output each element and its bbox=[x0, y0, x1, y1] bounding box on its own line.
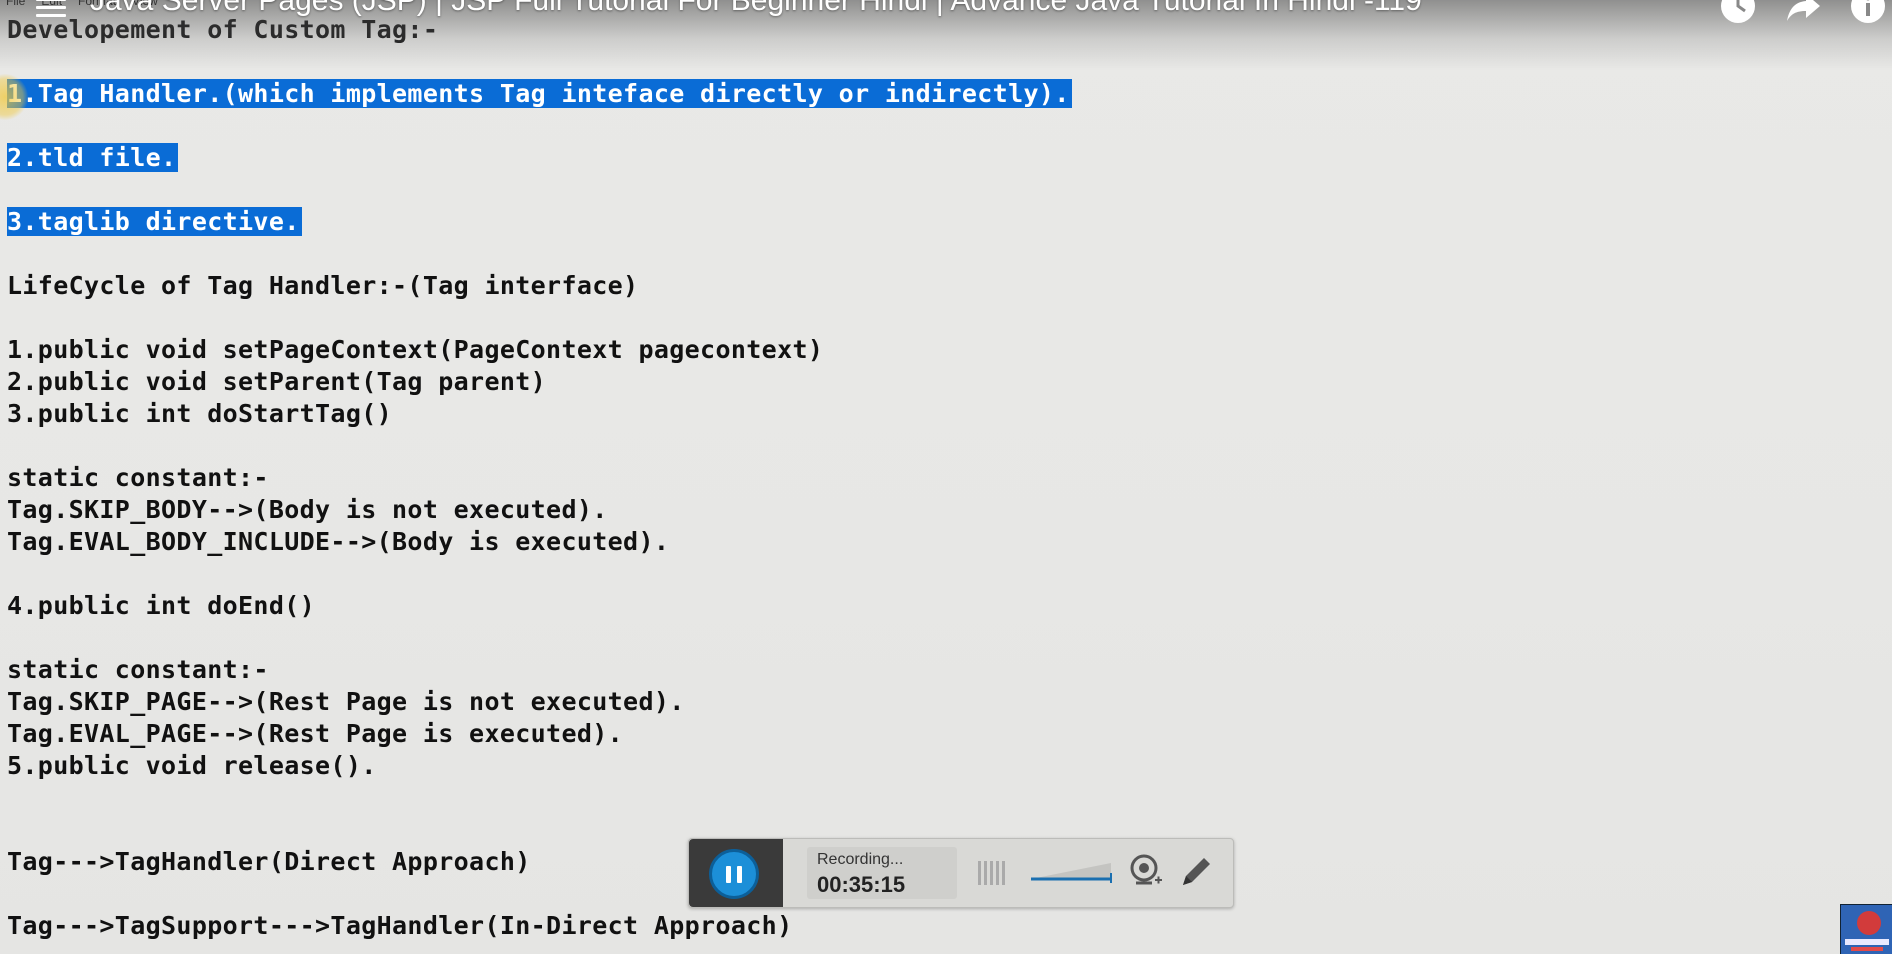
line-text: 2.public void setParent(Tag parent) bbox=[7, 367, 547, 396]
selected-text: 2.tld file. bbox=[7, 143, 179, 172]
editor-line[interactable]: static constant:- bbox=[7, 462, 269, 494]
editor-line[interactable]: 1.Tag Handler.(which implements Tag inte… bbox=[7, 78, 1072, 110]
pause-icon-bar bbox=[737, 866, 742, 883]
hamburger-icon[interactable] bbox=[36, 0, 66, 18]
selected-text: 1.Tag Handler.(which implements Tag inte… bbox=[7, 79, 1072, 108]
pen-icon[interactable] bbox=[1177, 853, 1213, 891]
editor-line[interactable]: 5.public void release(). bbox=[7, 750, 377, 782]
editor-line[interactable]: 2.tld file. bbox=[7, 142, 179, 174]
line-text: 3.public int doStartTag() bbox=[7, 399, 393, 428]
video-top-overlay: File Edit Format View Java Server Pages … bbox=[0, 0, 1892, 70]
recording-timer: 00:35:15 bbox=[817, 872, 906, 897]
recording-toolbar: Recording... 00:35:15 bbox=[688, 838, 1234, 908]
editor-line[interactable]: 1.public void setPageContext(PageContext… bbox=[7, 334, 823, 366]
line-text: Tag--->TagHandler(Direct Approach) bbox=[7, 847, 531, 876]
video-title[interactable]: Java Server Pages (JSP) | JSP Full Tutor… bbox=[90, 0, 1422, 18]
recording-status: Recording... bbox=[817, 851, 904, 868]
volume-slider[interactable] bbox=[1029, 857, 1113, 887]
editor-line[interactable]: Tag.SKIP_BODY-->(Body is not executed). bbox=[7, 494, 608, 526]
pause-button[interactable] bbox=[709, 849, 759, 899]
menu-file[interactable]: File bbox=[6, 0, 25, 8]
line-text: 4.public int doEnd() bbox=[7, 591, 316, 620]
line-text: Tag--->TagSupport--->TagHandler(In-Direc… bbox=[7, 911, 793, 940]
line-text: 1.public void setPageContext(PageContext… bbox=[7, 335, 824, 364]
line-text: Tag.EVAL_BODY_INCLUDE-->(Body is execute… bbox=[7, 527, 670, 556]
line-text: Tag.SKIP_BODY-->(Body is not executed). bbox=[7, 495, 608, 524]
editor-line[interactable]: 4.public int doEnd() bbox=[7, 590, 315, 622]
level-meter-icon bbox=[978, 861, 1005, 885]
webcam-icon[interactable] bbox=[1129, 853, 1163, 891]
line-text: static constant:- bbox=[7, 655, 269, 684]
editor-line[interactable]: Tag--->TagSupport--->TagHandler(In-Direc… bbox=[7, 910, 792, 942]
editor-line[interactable]: Tag.EVAL_PAGE-->(Rest Page is executed). bbox=[7, 718, 623, 750]
editor-line[interactable]: 3.public int doStartTag() bbox=[7, 398, 392, 430]
video-frame: Developement of Custom Tag:-1.Tag Handle… bbox=[0, 0, 1892, 954]
editor-line[interactable]: static constant:- bbox=[7, 654, 269, 686]
line-text: Tag.SKIP_PAGE-->(Rest Page is not execut… bbox=[7, 687, 685, 716]
info-icon[interactable] bbox=[1848, 0, 1888, 26]
editor-line[interactable]: 3.taglib directive. bbox=[7, 206, 302, 238]
editor-line[interactable]: Tag.EVAL_BODY_INCLUDE-->(Body is execute… bbox=[7, 526, 669, 558]
pause-icon bbox=[726, 866, 731, 883]
editor-line[interactable]: LifeCycle of Tag Handler:-(Tag interface… bbox=[7, 270, 638, 302]
editor-line[interactable]: Tag.SKIP_PAGE-->(Rest Page is not execut… bbox=[7, 686, 685, 718]
share-icon[interactable] bbox=[1784, 0, 1824, 26]
line-text: Tag.EVAL_PAGE-->(Rest Page is executed). bbox=[7, 719, 624, 748]
clock-icon[interactable] bbox=[1718, 0, 1758, 26]
line-text: static constant:- bbox=[7, 463, 269, 492]
recording-info: Recording... 00:35:15 bbox=[807, 847, 957, 899]
line-text: 5.public void release(). bbox=[7, 751, 377, 780]
editor-line[interactable]: 2.public void setParent(Tag parent) bbox=[7, 366, 546, 398]
selected-text: 3.taglib directive. bbox=[7, 207, 302, 236]
line-text: LifeCycle of Tag Handler:-(Tag interface… bbox=[7, 271, 639, 300]
editor-line[interactable]: Tag--->TagHandler(Direct Approach) bbox=[7, 846, 531, 878]
channel-logo[interactable] bbox=[1840, 904, 1892, 954]
